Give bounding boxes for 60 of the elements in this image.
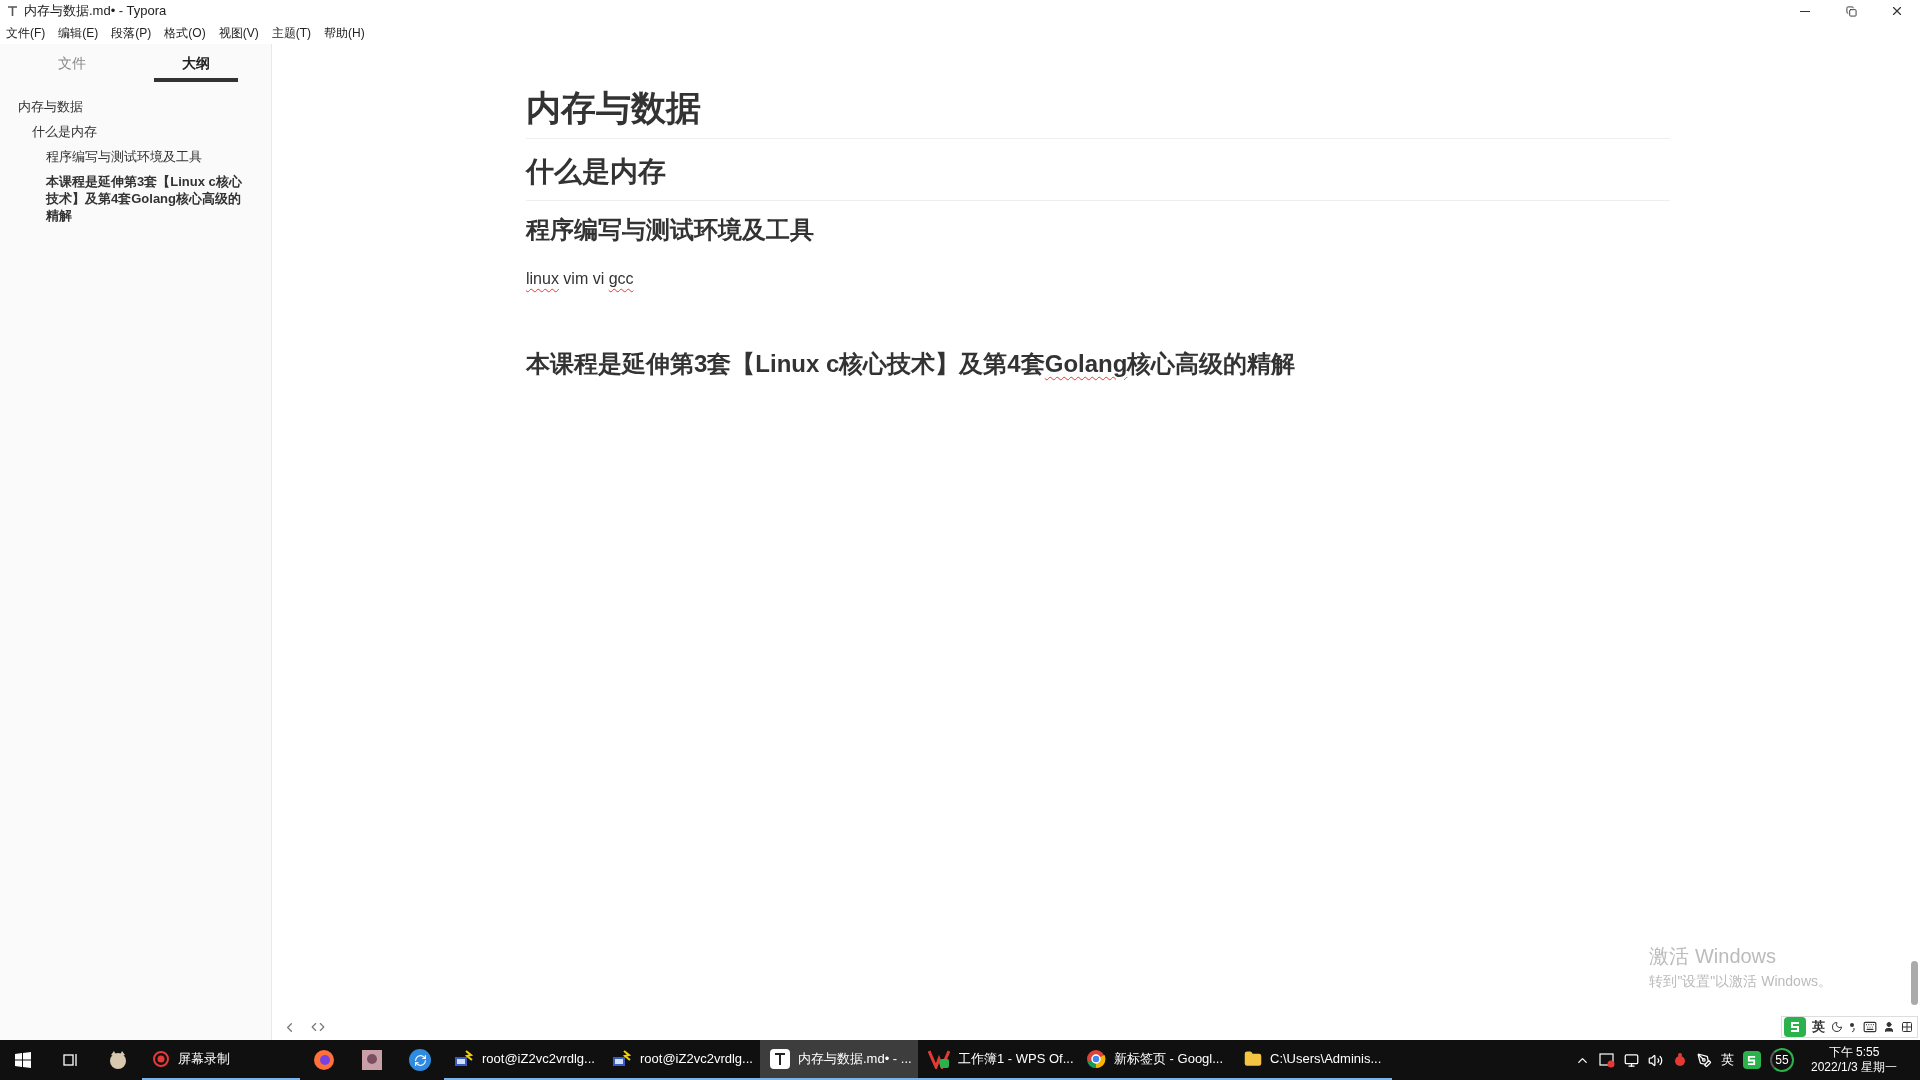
menu-item[interactable]: 帮助(H) [324, 24, 365, 42]
network-icon[interactable] [1623, 1052, 1639, 1068]
user-icon[interactable] [1883, 1021, 1895, 1033]
taskbar-item[interactable]: C:\Users\Adminis... [1234, 1040, 1392, 1080]
record-icon [152, 1050, 170, 1068]
clock-time[interactable]: 下午 5:55 [1828, 1045, 1880, 1060]
ime-language[interactable]: 英 [1812, 1017, 1825, 1037]
taskbar-item[interactable]: 新标签页 - Googl... [1076, 1040, 1234, 1080]
security-icon[interactable] [1598, 1052, 1615, 1068]
pen-icon[interactable] [1696, 1052, 1712, 1068]
terminal-icon [612, 1049, 632, 1069]
heading: 内存与数据 [526, 86, 1670, 139]
scrollbar-thumb[interactable] [1911, 961, 1918, 1005]
browser-icon [313, 1049, 335, 1071]
menu-item[interactable]: 主题(T) [271, 24, 311, 42]
outline-item[interactable]: 程序编写与测试环境及工具 [0, 148, 271, 165]
moon-icon[interactable] [1831, 1021, 1843, 1033]
spreadsheet-icon [928, 1049, 950, 1069]
folder-icon [1244, 1050, 1262, 1068]
terminal-icon [454, 1049, 474, 1069]
minimize-icon [1800, 10, 1810, 12]
window-title: 内存与数据.md• - Typora [24, 2, 167, 21]
paragraph: linux vim vi gcc [526, 269, 635, 289]
sidebar-tab[interactable]: 大纲 [154, 48, 238, 82]
grid-icon[interactable] [1901, 1021, 1913, 1033]
cat-icon [107, 1049, 129, 1071]
menu-item[interactable]: 编辑(E) [58, 24, 99, 42]
menu-item[interactable]: 段落(P) [111, 24, 152, 42]
sidebar-tab[interactable]: 文件 [30, 48, 114, 82]
outline-item[interactable]: 本课程是延伸第3套【Linux c核心技术】及第4套Golang核心高级的精解 [0, 173, 271, 224]
windows-logo-icon [15, 1052, 31, 1068]
activation-title: 激活 Windows [1649, 944, 1778, 969]
outline-item[interactable]: 什么是内存 [0, 123, 271, 140]
volume-icon[interactable] [1647, 1052, 1663, 1068]
menu-item[interactable]: 文件(F) [6, 24, 46, 42]
close-icon [1890, 4, 1904, 18]
punctuation-icon[interactable] [1849, 1021, 1857, 1033]
browser-icon [1086, 1049, 1106, 1069]
app-icon [6, 6, 18, 16]
activation-message: 转到"设置"以激活 Windows。 [1649, 972, 1832, 991]
clock-date[interactable]: 2022/1/3 星期一 [1810, 1060, 1897, 1075]
outline-item[interactable]: 内存与数据 [0, 98, 271, 115]
taskbar-item[interactable]: root@iZ2vc2vrdlg... [444, 1040, 602, 1080]
ime-tray-icon[interactable] [1742, 1051, 1761, 1069]
keyboard-icon[interactable] [1863, 1020, 1877, 1034]
menu-item[interactable]: 视图(V) [218, 24, 259, 42]
tray-badge[interactable]: 55 [1769, 1048, 1794, 1072]
input-language[interactable]: 英 [1720, 1050, 1734, 1070]
taskbar-item[interactable]: 工作簿1 - WPS Of... [918, 1040, 1076, 1080]
heading: 什么是内存 [526, 152, 1670, 201]
image-icon [361, 1049, 383, 1071]
task-view-icon [62, 1052, 78, 1068]
heading: 程序编写与测试环境及工具 [526, 215, 815, 245]
taskbar-item[interactable]: 屏幕录制 [142, 1040, 300, 1080]
restore-icon [1845, 5, 1857, 17]
menu-item[interactable]: 格式(O) [164, 24, 206, 42]
heading: 本课程是延伸第3套【Linux c核心技术】及第4套Golang核心高级的精解 [526, 349, 1297, 379]
sync-icon [409, 1049, 431, 1071]
source-code-icon[interactable] [311, 1020, 325, 1034]
taskbar-item[interactable]: 内存与数据.md• - ... [760, 1040, 918, 1080]
